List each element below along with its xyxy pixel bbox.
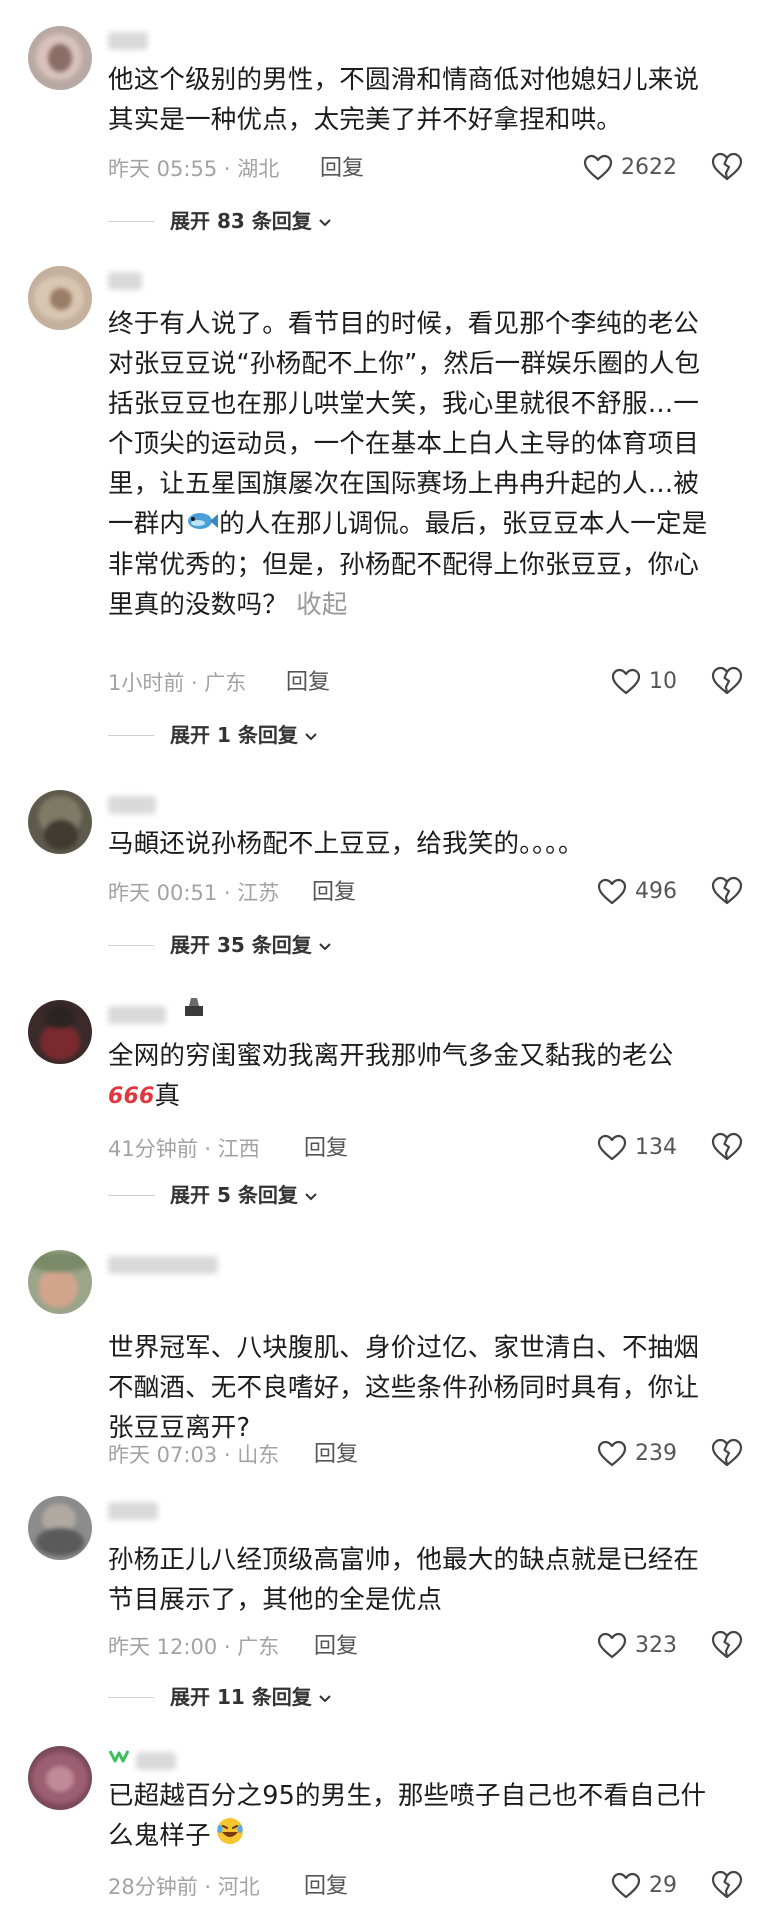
expand-replies[interactable]: 展开 35 条回复 <box>108 930 332 960</box>
like-button[interactable]: 29 <box>611 1870 677 1902</box>
expand-replies[interactable]: 展开 1 条回复 <box>108 720 318 750</box>
reply-button[interactable]: 回复 <box>314 1632 358 1662</box>
username[interactable] <box>136 1752 176 1770</box>
username[interactable] <box>108 32 148 50</box>
heart-outline-icon <box>597 1134 627 1162</box>
heart-outline-icon <box>611 668 641 696</box>
chevron-down-icon <box>318 930 332 960</box>
reply-button[interactable]: 回复 <box>286 668 330 698</box>
like-count: 134 <box>635 1135 677 1160</box>
time-location: 昨天 12:00 · 广东 <box>108 1635 280 1659</box>
collapse-link[interactable]: 收起 <box>296 590 347 620</box>
comment-meta: 1小时前 · 广东 回复 <box>108 668 330 698</box>
like-button[interactable]: 496 <box>597 876 677 908</box>
expand-replies[interactable]: 展开 11 条回复 <box>108 1682 332 1712</box>
username[interactable] <box>108 272 142 290</box>
user-badge-icon <box>183 996 205 1018</box>
fish-emoji-icon <box>185 505 219 545</box>
666-emoji-icon: 666 <box>108 1084 155 1109</box>
laughing-emoji-icon <box>215 1816 245 1858</box>
avatar[interactable] <box>28 1746 92 1810</box>
comment-meta: 昨天 00:51 · 江苏 回复 <box>108 878 356 908</box>
reply-button[interactable]: 回复 <box>320 154 364 184</box>
reply-button[interactable]: 回复 <box>312 878 356 908</box>
reply-button[interactable]: 回复 <box>314 1440 358 1470</box>
heart-outline-icon <box>597 878 627 906</box>
heart-outline-icon <box>597 1632 627 1660</box>
time-location: 昨天 05:55 · 湖北 <box>108 157 280 181</box>
divider <box>108 944 154 946</box>
time-location: 41分钟前 · 江西 <box>108 1137 260 1161</box>
like-count: 10 <box>649 669 677 694</box>
like-count: 29 <box>649 1873 677 1898</box>
avatar[interactable] <box>28 1496 92 1560</box>
like-button[interactable]: 239 <box>597 1438 677 1470</box>
broken-heart-icon[interactable] <box>711 152 743 184</box>
comment-text: 他这个级别的男性，不圆滑和情商低对他媳妇儿来说 其实是一种优点，太完美了并不好拿… <box>108 65 700 135</box>
expand-replies[interactable]: 展开 5 条回复 <box>108 1180 318 1210</box>
like-button[interactable]: 10 <box>611 666 677 698</box>
comment-meta: 28分钟前 · 河北 回复 <box>108 1872 348 1902</box>
vip-badge-icon <box>108 1748 130 1763</box>
heart-outline-icon <box>583 154 613 182</box>
comment-meta: 昨天 05:55 · 湖北 回复 <box>108 154 364 184</box>
time-location: 昨天 07:03 · 山东 <box>108 1443 280 1467</box>
like-button[interactable]: 2622 <box>583 152 677 184</box>
like-count: 323 <box>635 1633 677 1658</box>
like-button[interactable]: 134 <box>597 1132 677 1164</box>
chevron-down-icon <box>304 1180 318 1210</box>
comment-text: 孙杨正儿八经顶级高富帅，他最大的缺点就是已经在 节目展示了，其他的全是优点 <box>108 1545 700 1615</box>
time-location: 1小时前 · 广东 <box>108 671 247 695</box>
comment-text: 马頔还说孙杨配不上豆豆，给我笑的。。。。 <box>108 829 584 859</box>
comment-text: 终于有人说了。看节目的时候，看见那个李纯的老公 对张豆豆说“孙杨配不上你”，然后… <box>108 309 708 620</box>
like-count: 2622 <box>621 155 677 180</box>
time-location: 昨天 00:51 · 江苏 <box>108 881 280 905</box>
username[interactable] <box>108 1502 158 1520</box>
divider <box>108 734 154 736</box>
username[interactable] <box>108 1006 166 1024</box>
username[interactable] <box>108 1256 218 1274</box>
avatar[interactable] <box>28 1250 92 1314</box>
avatar[interactable] <box>28 266 92 330</box>
comment-text: 全网的穷闺蜜劝我离开我那帅气多金又黏我的老公 666真 <box>108 1036 748 1117</box>
divider <box>108 1696 154 1698</box>
broken-heart-icon[interactable] <box>711 876 743 908</box>
username[interactable] <box>108 796 156 814</box>
chevron-down-icon <box>318 1682 332 1712</box>
comment-text: 世界冠军、八块腹肌、身价过亿、家世清白、不抽烟 不酗酒、无不良嗜好，这些条件孙杨… <box>108 1333 700 1443</box>
expand-replies[interactable]: 展开 83 条回复 <box>108 206 332 236</box>
avatar[interactable] <box>28 26 92 90</box>
divider <box>108 1194 154 1196</box>
time-location: 28分钟前 · 河北 <box>108 1875 260 1899</box>
heart-outline-icon <box>597 1440 627 1468</box>
avatar[interactable] <box>28 790 92 854</box>
comment-meta: 昨天 12:00 · 广东 回复 <box>108 1632 358 1662</box>
chevron-down-icon <box>304 720 318 750</box>
broken-heart-icon[interactable] <box>711 1630 743 1662</box>
divider <box>108 220 154 222</box>
avatar[interactable] <box>28 1000 92 1064</box>
broken-heart-icon[interactable] <box>711 1870 743 1902</box>
comment-meta: 41分钟前 · 江西 回复 <box>108 1134 348 1164</box>
chevron-down-icon <box>318 206 332 236</box>
like-count: 496 <box>635 879 677 904</box>
comment-meta: 昨天 07:03 · 山东 回复 <box>108 1440 358 1470</box>
reply-button[interactable]: 回复 <box>304 1872 348 1902</box>
like-button[interactable]: 323 <box>597 1630 677 1662</box>
heart-outline-icon <box>611 1872 641 1900</box>
like-count: 239 <box>635 1441 677 1466</box>
comment-text: 已超越百分之95的男生，那些喷子自己也不看自己什 么鬼样子 <box>108 1776 748 1858</box>
broken-heart-icon[interactable] <box>711 1132 743 1164</box>
broken-heart-icon[interactable] <box>711 666 743 698</box>
reply-button[interactable]: 回复 <box>304 1134 348 1164</box>
broken-heart-icon[interactable] <box>711 1438 743 1470</box>
